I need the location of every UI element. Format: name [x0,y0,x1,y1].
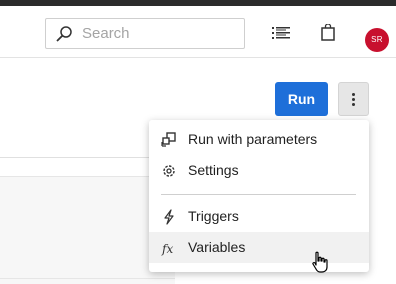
more-vertical-icon [352,103,355,106]
more-vertical-icon [352,93,355,96]
search-input[interactable]: Search [45,18,245,49]
top-bar: Search SR [0,6,396,58]
gear-icon [163,165,175,177]
more-options-button[interactable] [338,82,369,116]
menu-item-label: Settings [188,162,239,178]
menu-item-label: Run with parameters [188,131,318,147]
search-icon [56,26,72,42]
menu-item-label: Triggers [188,208,239,224]
menu-item-triggers[interactable]: Triggers [149,201,369,232]
menu-item-label: Variables [188,239,246,255]
svg-text:fx: fx [161,242,173,256]
avatar[interactable]: SR [365,28,389,52]
lightning-icon [164,209,174,225]
options-menu: Run with parameters Settings Triggers fx… [149,120,369,272]
search-placeholder: Search [82,25,130,42]
panel-divider [0,278,175,279]
menu-separator [161,194,356,195]
more-vertical-icon [352,98,355,101]
run-button[interactable]: Run [275,82,328,116]
hand-pointer-cursor-icon [312,251,328,273]
shopping-bag-icon[interactable] [321,24,335,41]
menu-item-variables[interactable]: fx Variables [149,232,369,263]
fx-icon: fx [161,242,173,256]
list-icon[interactable] [272,26,290,40]
menu-item-settings[interactable]: Settings [149,155,369,186]
run-with-parameters-icon [161,132,176,147]
menu-item-run-with-parameters[interactable]: Run with parameters [149,124,369,155]
